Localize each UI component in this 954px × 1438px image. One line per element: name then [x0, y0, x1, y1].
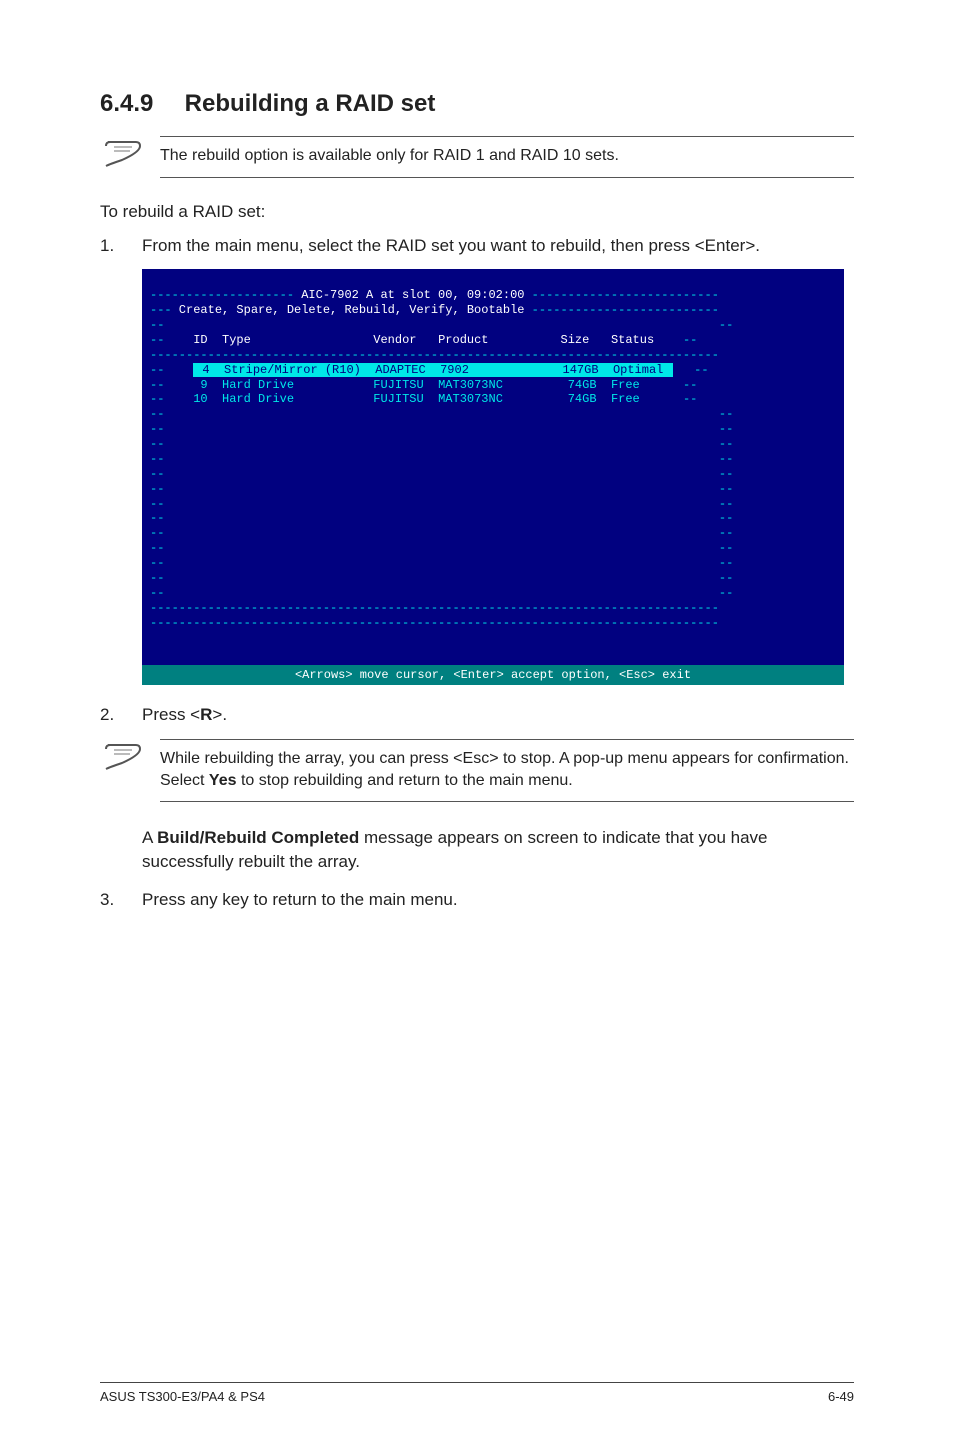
- step-2-text: Press <R>.: [142, 703, 227, 727]
- bios-col-size: Size: [561, 333, 590, 347]
- bios-row-0: 4 Stripe/Mirror (R10) ADAPTEC 7902 147GB…: [193, 363, 672, 377]
- completed-message: A Build/Rebuild Completed message appear…: [142, 826, 854, 874]
- intro-text: To rebuild a RAID set:: [100, 202, 854, 222]
- note-icon: [100, 739, 160, 776]
- footer-right: 6-49: [828, 1389, 854, 1404]
- bios-screenshot: -------------------- AIC-7902 A at slot …: [142, 269, 844, 685]
- step-3: 3. Press any key to return to the main m…: [100, 888, 854, 912]
- step-3-number: 3.: [100, 888, 142, 912]
- bios-row-1: 9 Hard Drive FUJITSU MAT3073NC 74GB Free: [200, 378, 639, 392]
- bios-col-type: Type: [222, 333, 251, 347]
- page-footer: ASUS TS300-E3/PA4 & PS4 6-49: [100, 1382, 854, 1404]
- step-2: 2. Press <R>.: [100, 703, 854, 727]
- note-text-1: The rebuild option is available only for…: [160, 136, 854, 178]
- bios-footer: <Arrows> move cursor, <Enter> accept opt…: [142, 665, 844, 685]
- note-block-2: While rebuilding the array, you can pres…: [100, 739, 854, 802]
- step-1: 1. From the main menu, select the RAID s…: [100, 234, 854, 258]
- step-3-text: Press any key to return to the main menu…: [142, 888, 458, 912]
- bios-col-status: Status: [611, 333, 654, 347]
- bios-col-id: ID: [193, 333, 207, 347]
- bios-menu-dash-l: ---: [150, 303, 172, 317]
- bios-col-vendor: Vendor: [373, 333, 416, 347]
- bios-title: AIC-7902 A at slot 00, 09:02:00: [294, 288, 532, 302]
- bios-title-dash-r: --------------------------: [532, 288, 719, 302]
- section-title: Rebuilding a RAID set: [185, 90, 436, 117]
- note-block-1: The rebuild option is available only for…: [100, 136, 854, 178]
- note-text-2: While rebuilding the array, you can pres…: [160, 739, 854, 802]
- bios-col-product: Product: [438, 333, 488, 347]
- step-1-text: From the main menu, select the RAID set …: [142, 234, 760, 258]
- section-heading: 6.4.9 Rebuilding a RAID set: [100, 90, 854, 118]
- bios-row-2: 10 Hard Drive FUJITSU MAT3073NC 74GB Fre…: [193, 392, 640, 406]
- footer-left: ASUS TS300-E3/PA4 & PS4: [100, 1389, 265, 1404]
- note-icon: [100, 136, 160, 173]
- section-number: 6.4.9: [100, 90, 178, 118]
- step-2-number: 2.: [100, 703, 142, 727]
- step-1-number: 1.: [100, 234, 142, 258]
- bios-title-dash-l: --------------------: [150, 288, 294, 302]
- bios-menu-dash-r: --------------------------: [532, 303, 719, 317]
- bios-menu: Create, Spare, Delete, Rebuild, Verify, …: [172, 303, 532, 317]
